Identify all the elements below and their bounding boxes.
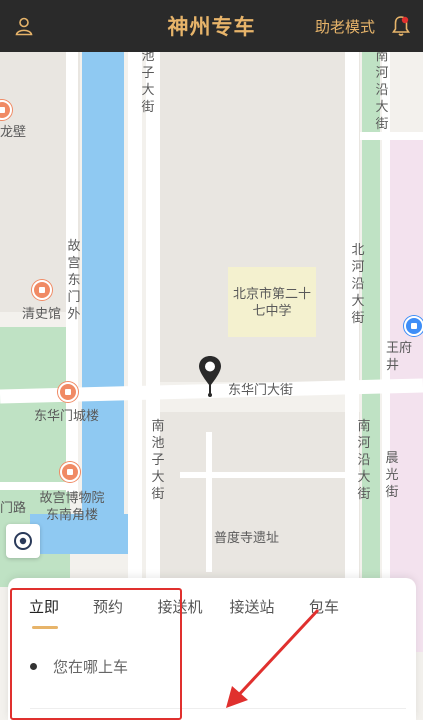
user-icon[interactable] (12, 14, 36, 38)
top-bar: 神州专车 助老模式 (0, 0, 423, 52)
divider (30, 708, 406, 709)
tab-station[interactable]: 接送站 (216, 596, 288, 617)
map-label: 南河沿大街 (375, 52, 389, 132)
tab-charter[interactable]: 包车 (288, 596, 360, 617)
map-label: 北京市第二十七中学 (232, 287, 311, 319)
poi-icon[interactable] (32, 280, 52, 300)
pickup-placeholder: 您在哪上车 (53, 657, 129, 676)
map-label: 故宫博物院东南角楼 (39, 491, 105, 523)
map-label: 东华门城楼 (34, 409, 100, 424)
pickup-input[interactable]: 您在哪上车 (8, 634, 416, 698)
location-pin-icon[interactable] (197, 354, 223, 398)
map-label: 故宫东门外 (67, 239, 81, 322)
map-label: 南池子大街 (151, 419, 165, 502)
ride-panel: 立即 预约 接送机 接送站 包车 您在哪上车 (8, 578, 416, 720)
poi-icon[interactable] (58, 382, 78, 402)
service-tabs: 立即 预约 接送机 接送站 包车 (8, 578, 416, 634)
locate-me-button[interactable] (6, 524, 40, 558)
map-label: 龙壁 (0, 125, 27, 140)
map-label: 门路 (0, 501, 27, 516)
tab-airport[interactable]: 接送机 (144, 596, 216, 617)
tab-immediate[interactable]: 立即 (16, 596, 72, 629)
poi-icon[interactable] (60, 462, 80, 482)
elder-mode-button[interactable]: 助老模式 (315, 16, 375, 37)
target-icon (14, 532, 32, 550)
map-label: 清史馆 (22, 307, 62, 322)
map-label: 普度寺遗址 (214, 531, 280, 546)
map-label: 晨光街 (385, 451, 399, 500)
pickup-dot-icon (30, 662, 37, 670)
map-label: 北河沿大街 (351, 243, 365, 326)
map-label: 池子大街 (141, 52, 155, 115)
notification-bell-icon[interactable] (389, 14, 413, 38)
map-label: 东华门大街 (228, 383, 294, 398)
map-label: 王府井 (386, 341, 413, 373)
map-label: 南河沿大街 (357, 419, 371, 502)
tab-reserve[interactable]: 预约 (72, 596, 144, 617)
poi-icon[interactable] (404, 316, 423, 336)
